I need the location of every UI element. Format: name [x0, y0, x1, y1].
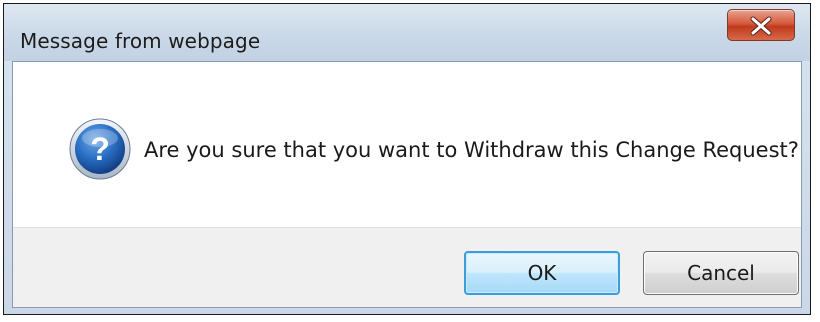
dialog-title: Message from webpage [20, 29, 261, 53]
svg-text:?: ? [90, 131, 110, 167]
title-bar[interactable]: Message from webpage [4, 4, 810, 61]
question-icon: ? [69, 118, 131, 180]
close-button[interactable] [727, 9, 795, 41]
dialog-window: Message from webpage ? Are you sure that… [3, 3, 811, 315]
dialog-body: ? Are you sure that you want to Withdraw… [12, 61, 802, 308]
message-area: ? Are you sure that you want to Withdraw… [13, 62, 801, 227]
ok-button[interactable]: OK [464, 251, 620, 295]
close-icon [750, 16, 772, 36]
button-bar: OK Cancel [13, 227, 801, 307]
dialog-message: Are you sure that you want to Withdraw t… [144, 138, 799, 162]
cancel-button[interactable]: Cancel [643, 251, 799, 295]
